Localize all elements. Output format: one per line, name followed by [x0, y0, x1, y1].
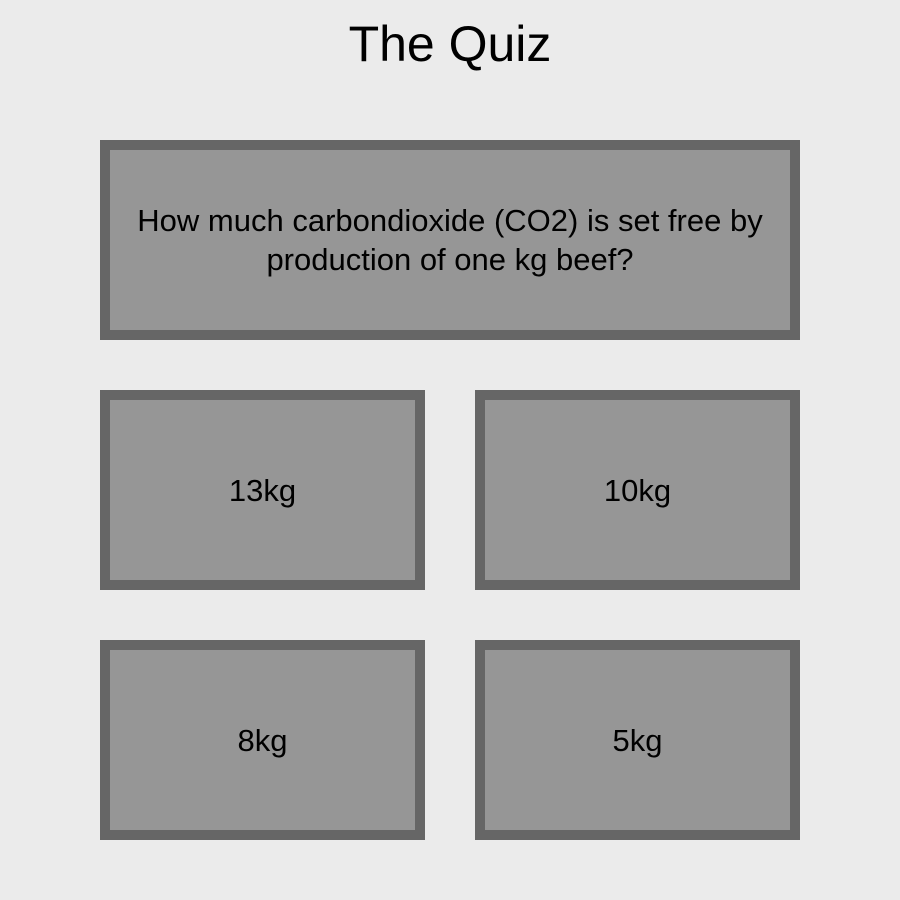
answer-label: 13kg: [228, 472, 297, 508]
answer-button-10kg[interactable]: 10kg: [475, 390, 800, 590]
question-text: How much carbondioxide (CO2) is set free…: [137, 203, 763, 277]
question-box: How much carbondioxide (CO2) is set free…: [100, 140, 800, 340]
quiz-title: The Quiz: [348, 16, 552, 72]
answer-label: 8kg: [237, 722, 288, 758]
answer-label: 5kg: [612, 722, 663, 758]
answer-button-13kg[interactable]: 13kg: [100, 390, 425, 590]
answer-button-5kg[interactable]: 5kg: [475, 640, 800, 840]
answer-label: 10kg: [603, 472, 672, 508]
answer-button-8kg[interactable]: 8kg: [100, 640, 425, 840]
